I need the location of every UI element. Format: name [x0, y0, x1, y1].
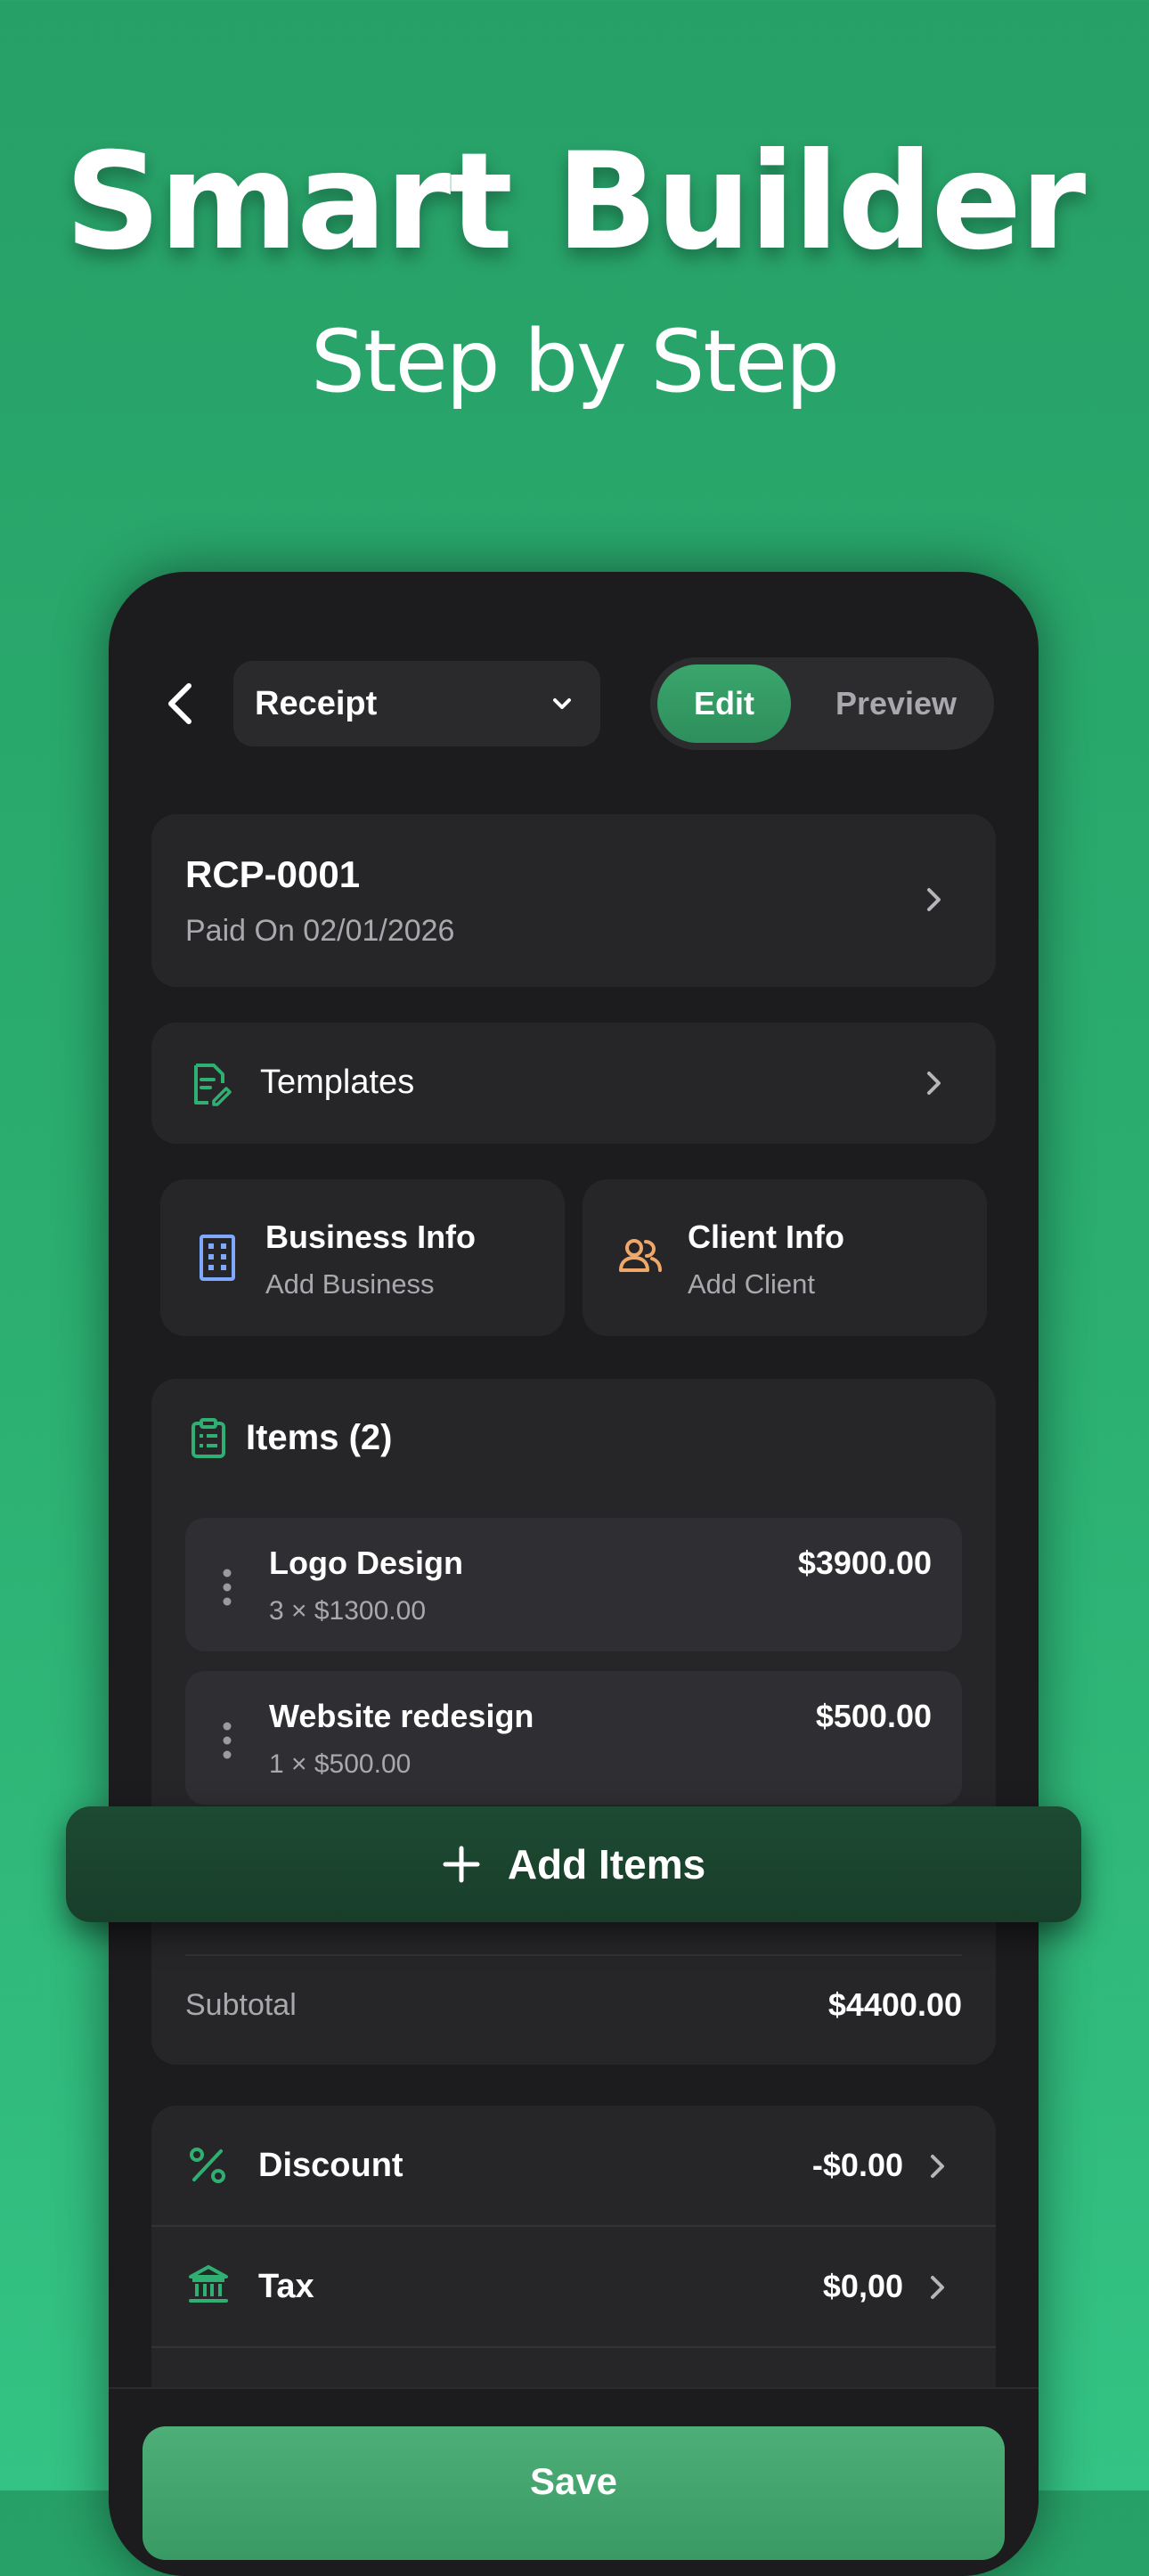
line-item-total: $3900.00 [797, 1545, 932, 1581]
business-info-title: Business Info [265, 1219, 477, 1255]
receipt-number: RCP-0001 [185, 853, 361, 895]
business-info-subtitle: Add Business [265, 1268, 435, 1300]
items-card: Items (2) Logo Design 3 × $1300.00 $3900… [151, 1379, 996, 2065]
edit-tab[interactable]: Edit [657, 664, 791, 743]
drag-handle-icon[interactable] [223, 1721, 232, 1760]
line-item-name: Website redesign [269, 1698, 534, 1734]
discount-label: Discount [258, 2147, 403, 2184]
line-item-detail: 1 × $500.00 [269, 1749, 412, 1779]
client-info-card[interactable]: Client Info Add Client [583, 1179, 987, 1336]
subtotal-value: $4400.00 [827, 1986, 962, 2023]
tax-value: $0,00 [822, 2268, 903, 2304]
chevron-right-icon [927, 888, 941, 911]
chevron-down-icon [553, 698, 571, 709]
divider [185, 1954, 962, 1956]
save-button-label: Save [529, 2460, 618, 2502]
clipboard-list-icon [192, 1418, 225, 1458]
people-icon [619, 1239, 662, 1272]
promo-subheadline: Step by Step [311, 312, 840, 412]
line-item[interactable]: Logo Design 3 × $1300.00 $3900.00 [185, 1518, 962, 1651]
client-info-title: Client Info [688, 1219, 844, 1255]
add-items-label: Add Items [507, 1841, 706, 1887]
items-title: Items (2) [246, 1418, 393, 1457]
document-edit-icon [194, 1064, 232, 1106]
bank-icon [189, 2265, 228, 2303]
receipt-details-card[interactable]: RCP-0001 Paid On 02/01/2026 [151, 814, 996, 987]
building-icon [200, 1235, 235, 1281]
percent-icon [190, 2148, 225, 2183]
line-item-detail: 3 × $1300.00 [269, 1596, 427, 1626]
save-button[interactable]: Save [143, 2426, 1005, 2560]
line-item[interactable]: Website redesign 1 × $500.00 $500.00 [185, 1671, 962, 1805]
subtotal-label: Subtotal [185, 1988, 297, 2022]
chevron-right-icon [927, 1072, 941, 1095]
tax-label: Tax [258, 2268, 314, 2305]
chevron-right-icon [931, 2276, 944, 2299]
drag-handle-icon[interactable] [223, 1568, 232, 1607]
promo-headline: Smart Builder [64, 125, 1086, 280]
line-item-name: Logo Design [269, 1545, 463, 1581]
templates-label: Templates [260, 1064, 415, 1101]
bottom-action-bar: Save [109, 2387, 1039, 2576]
mode-toggle: Edit Preview [650, 657, 994, 750]
client-info-subtitle: Add Client [688, 1268, 816, 1300]
preview-tab[interactable]: Preview [816, 664, 976, 743]
document-type-select[interactable]: Receipt [233, 661, 600, 746]
chevron-right-icon [931, 2155, 944, 2178]
discount-value: -$0.00 [811, 2147, 903, 2183]
plus-icon [443, 1846, 480, 1883]
receipt-paid-date: Paid On 02/01/2026 [185, 914, 455, 948]
templates-row[interactable]: Templates [151, 1023, 996, 1144]
document-type-value: Receipt [255, 684, 378, 722]
tax-row[interactable]: Tax $0,00 [151, 2227, 996, 2346]
chevron-left-icon [168, 683, 192, 724]
add-items-button[interactable]: Add Items [66, 1806, 1081, 1922]
business-info-card[interactable]: Business Info Add Business [160, 1179, 565, 1336]
line-item-total: $500.00 [815, 1698, 932, 1734]
discount-row[interactable]: Discount -$0.00 [151, 2106, 996, 2225]
back-button[interactable] [155, 677, 208, 730]
divider [151, 2346, 996, 2348]
adjustments-card: Discount -$0.00 Tax $0,00 [151, 2106, 996, 2409]
phone-screen: Receipt Edit Preview RCP-0001 Paid On 02… [109, 572, 1039, 2576]
